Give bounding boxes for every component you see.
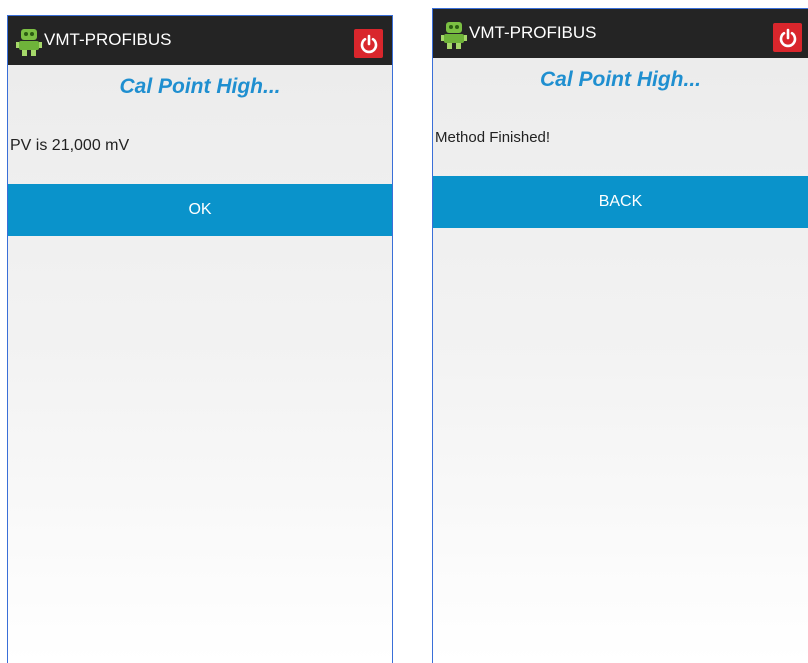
back-button[interactable]: BACK xyxy=(433,176,808,228)
status-message: Method Finished! xyxy=(435,129,551,146)
app-title: VMT-PROFIBUS xyxy=(469,23,597,42)
status-message: PV is 21,000 mV xyxy=(10,137,130,154)
screen-right: VMT-PROFIBUS Cal Point High... Method Fi… xyxy=(432,8,808,663)
power-button[interactable] xyxy=(354,29,383,58)
app-title: VMT-PROFIBUS xyxy=(44,30,172,49)
power-icon xyxy=(779,28,796,47)
title-bar: VMT-PROFIBUS xyxy=(8,16,392,65)
ok-button[interactable]: OK xyxy=(8,184,392,236)
power-button[interactable] xyxy=(773,23,802,52)
robot-icon xyxy=(441,22,467,49)
page-title: Cal Point High... xyxy=(540,68,701,91)
screen-left: VMT-PROFIBUS Cal Point High... PV is 21,… xyxy=(7,15,393,663)
page-title: Cal Point High... xyxy=(119,75,281,98)
power-icon xyxy=(360,34,377,53)
title-bar: VMT-PROFIBUS xyxy=(433,9,808,58)
robot-icon xyxy=(16,29,42,56)
